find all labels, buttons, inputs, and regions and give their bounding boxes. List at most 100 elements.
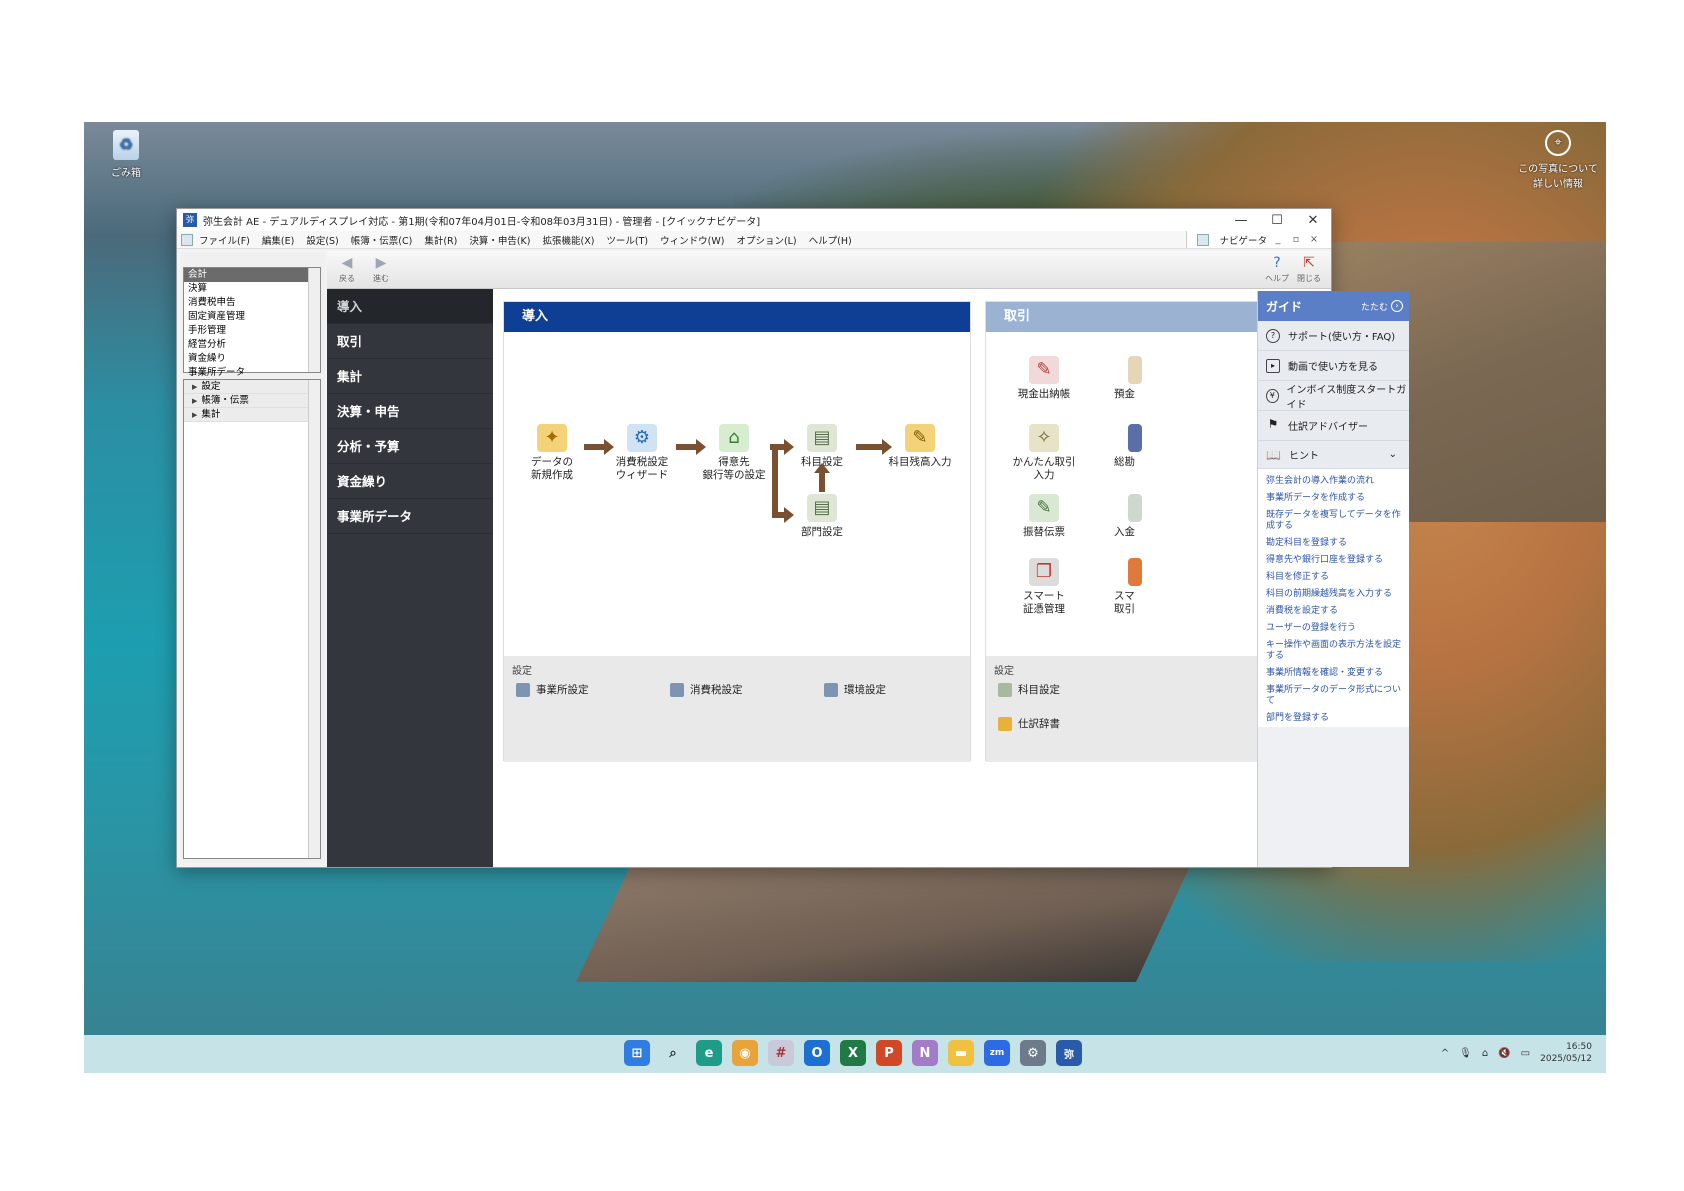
menu-books[interactable]: 帳簿・伝票(C) xyxy=(351,233,413,247)
hint-link[interactable]: ユーザーの登録を行う xyxy=(1266,620,1403,637)
menu-help[interactable]: ヘルプ(H) xyxy=(809,233,852,247)
zoom-icon[interactable]: zm xyxy=(984,1040,1010,1066)
yayoi-app-icon[interactable]: 弥 xyxy=(1056,1040,1082,1066)
edge-icon[interactable]: e xyxy=(696,1040,722,1066)
menu-tools[interactable]: ツール(T) xyxy=(606,233,648,247)
hint-link[interactable]: 勘定科目を登録する xyxy=(1266,535,1403,552)
module-item-bills[interactable]: 手形管理 xyxy=(184,324,320,338)
category-office-data[interactable]: 事業所データ xyxy=(327,499,493,534)
onenote-icon[interactable]: N xyxy=(912,1040,938,1066)
opening-balance-button[interactable]: ✎ 科目残高入力 xyxy=(878,424,962,469)
menu-settings[interactable]: 設定(S) xyxy=(306,233,338,247)
title-bar[interactable]: 弥 弥生会計 AE - デュアルディスプレイ対応 - 第1期(令和07年04月0… xyxy=(177,209,1331,231)
account-settings-link[interactable]: 科目設定 xyxy=(998,682,1060,697)
tree-item-settings[interactable]: ▶ 設定 xyxy=(184,380,320,394)
dept-setup-button[interactable]: ▤ 部門設定 xyxy=(780,494,864,539)
close-navigator-button[interactable]: ⇱ 閉じる xyxy=(1293,255,1325,284)
clock[interactable]: 16:50 2025/05/12 xyxy=(1540,1041,1592,1065)
function-tree-scrollbar[interactable] xyxy=(308,380,320,858)
speaker-muted-icon[interactable]: 🔇 xyxy=(1498,1048,1510,1059)
start-button[interactable]: ⊞ xyxy=(624,1040,650,1066)
easy-entry-button[interactable]: ✧ かんたん取引 入力 xyxy=(1002,424,1086,482)
smart-trade-button[interactable]: スマ 取引 xyxy=(1114,558,1154,616)
module-item-closing[interactable]: 決算 xyxy=(184,282,320,296)
hint-link[interactable]: 既存データを複写してデータを作成する xyxy=(1266,507,1403,535)
hint-link[interactable]: 科目を修正する xyxy=(1266,569,1403,586)
hint-link[interactable]: 事業所データのデータ形式について xyxy=(1266,682,1403,710)
recycle-bin-shortcut[interactable]: ♻ ごみ箱 xyxy=(106,130,146,179)
module-list[interactable]: 会計 決算 消費税申告 固定資産管理 手形管理 経営分析 資金繰り 事業所データ xyxy=(183,267,321,378)
file-explorer-icon[interactable]: ▬ xyxy=(948,1040,974,1066)
hint-link[interactable]: キー操作や画面の表示方法を設定する xyxy=(1266,637,1403,665)
guide-collapse-button[interactable]: たたむ › xyxy=(1361,300,1403,313)
office-settings-link[interactable]: 事業所設定 xyxy=(516,682,589,697)
category-aggregate[interactable]: 集計 xyxy=(327,359,493,394)
mdi-document-icon[interactable] xyxy=(181,233,193,246)
back-button[interactable]: ◀ 戻る xyxy=(331,255,363,284)
support-faq-link[interactable]: ? サポート(使い方・FAQ) xyxy=(1258,321,1409,351)
category-intro[interactable]: 導入 xyxy=(327,289,493,324)
slack-icon[interactable]: # xyxy=(768,1040,794,1066)
mdi-close-button[interactable]: × xyxy=(1307,234,1321,245)
bank-setup-button[interactable]: ⌂ 得意先 銀行等の設定 xyxy=(692,424,776,482)
category-cashflow[interactable]: 資金繰り xyxy=(327,464,493,499)
general-ledger-button[interactable]: 総勘 xyxy=(1114,424,1154,469)
battery-icon[interactable]: ▭ xyxy=(1521,1048,1530,1059)
menu-file[interactable]: ファイル(F) xyxy=(199,233,250,247)
close-button[interactable]: ✕ xyxy=(1295,213,1331,228)
cash-book-button[interactable]: ✎ 現金出納帳 xyxy=(1002,356,1086,401)
category-closing[interactable]: 決算・申告 xyxy=(327,394,493,429)
menu-extensions[interactable]: 拡張機能(X) xyxy=(542,233,594,247)
tree-item-books[interactable]: ▶ 帳簿・伝票 xyxy=(184,394,320,408)
journal-advisor-link[interactable]: ⚑ 仕訳アドバイザー xyxy=(1258,411,1409,441)
category-analysis[interactable]: 分析・予算 xyxy=(327,429,493,464)
help-button[interactable]: ? ヘルプ xyxy=(1261,255,1293,284)
chrome-icon[interactable]: ◉ xyxy=(732,1040,758,1066)
outlook-icon[interactable]: O xyxy=(804,1040,830,1066)
video-guide-link[interactable]: ▸ 動画で使い方を見る xyxy=(1258,351,1409,381)
new-data-button[interactable]: ✦ データの 新規作成 xyxy=(510,424,594,482)
menu-closing[interactable]: 決算・申告(K) xyxy=(469,233,530,247)
menu-options[interactable]: オプション(L) xyxy=(736,233,796,247)
category-trade[interactable]: 取引 xyxy=(327,324,493,359)
navigator-tab[interactable]: ナビゲータ _ ▫ × xyxy=(1186,231,1331,248)
hint-link[interactable]: 事業所データを作成する xyxy=(1266,490,1403,507)
hint-section-toggle[interactable]: 📖 ヒント ⌄ xyxy=(1258,441,1409,469)
hint-link[interactable]: 消費税を設定する xyxy=(1266,603,1403,620)
tax-wizard-button[interactable]: ⚙ 消費税設定 ウィザード xyxy=(600,424,684,482)
menu-aggregate[interactable]: 集計(R) xyxy=(424,233,457,247)
settings-gear-icon[interactable]: ⚙ xyxy=(1020,1040,1046,1066)
journal-dictionary-link[interactable]: 仕訳辞書 xyxy=(998,716,1060,731)
env-settings-link[interactable]: 環境設定 xyxy=(824,682,886,697)
mdi-minimize-button[interactable]: _ xyxy=(1271,234,1285,245)
search-icon[interactable]: ⌕ xyxy=(660,1040,686,1066)
hint-link[interactable]: 得意先や銀行口座を登録する xyxy=(1266,552,1403,569)
hint-link[interactable]: 部門を登録する xyxy=(1266,710,1403,727)
hint-link[interactable]: 弥生会計の導入作業の流れ xyxy=(1266,473,1403,490)
microphone-icon[interactable]: 🎙 xyxy=(1459,1048,1472,1059)
module-item-accounting[interactable]: 会計 xyxy=(184,268,320,282)
mdi-restore-button[interactable]: ▫ xyxy=(1289,234,1303,245)
maximize-button[interactable]: ☐ xyxy=(1259,213,1295,228)
tax-settings-link[interactable]: 消費税設定 xyxy=(670,682,743,697)
module-item-assets[interactable]: 固定資産管理 xyxy=(184,310,320,324)
smart-voucher-button[interactable]: ❐ スマート 証憑管理 xyxy=(1002,558,1086,616)
module-item-office-data[interactable]: 事業所データ xyxy=(184,366,320,380)
deposit-book-button[interactable]: 預金 xyxy=(1114,356,1154,401)
receipt-slip-button[interactable]: 入金 xyxy=(1114,494,1154,539)
hint-link[interactable]: 事業所情報を確認・変更する xyxy=(1266,665,1403,682)
forward-button[interactable]: ▶ 進む xyxy=(365,255,397,284)
module-item-cashflow[interactable]: 資金繰り xyxy=(184,352,320,366)
network-icon[interactable]: ⌂ xyxy=(1482,1048,1488,1059)
photo-info-shortcut[interactable]: ⌖ この写真について 詳しい情報 xyxy=(1518,130,1598,190)
module-list-scrollbar[interactable] xyxy=(308,268,320,372)
hint-link[interactable]: 科目の前期繰越残高を入力する xyxy=(1266,586,1403,603)
menu-window[interactable]: ウィンドウ(W) xyxy=(660,233,724,247)
invoice-guide-link[interactable]: ¥ インボイス制度スタートガイド xyxy=(1258,381,1409,411)
module-item-tax[interactable]: 消費税申告 xyxy=(184,296,320,310)
transfer-slip-button[interactable]: ✎ 振替伝票 xyxy=(1002,494,1086,539)
minimize-button[interactable]: — xyxy=(1223,213,1259,228)
chevron-up-icon[interactable]: ^ xyxy=(1441,1048,1449,1059)
module-item-analysis[interactable]: 経営分析 xyxy=(184,338,320,352)
function-tree[interactable]: ▶ 設定 ▶ 帳簿・伝票 ▶ 集計 xyxy=(183,379,321,859)
